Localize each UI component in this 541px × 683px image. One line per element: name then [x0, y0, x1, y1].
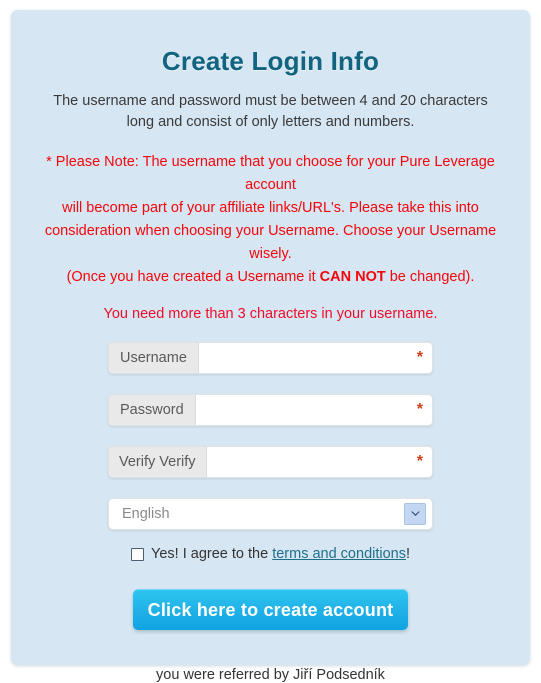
- terms-suffix-text: !: [405, 546, 411, 562]
- password-required-icon: *: [416, 401, 423, 418]
- create-account-button[interactable]: Click here to create account: [133, 589, 408, 630]
- username-label: Username: [109, 343, 199, 373]
- username-input[interactable]: [198, 343, 432, 373]
- password-field-row[interactable]: Password *: [108, 394, 433, 426]
- verify-required-icon: *: [416, 453, 423, 470]
- language-select[interactable]: English: [108, 498, 433, 530]
- username-required-icon: *: [416, 349, 423, 366]
- note-line-2: will become part of your affiliate links…: [62, 200, 479, 216]
- chevron-down-icon[interactable]: [404, 503, 426, 525]
- note-line-1: * Please Note: The username that you cho…: [46, 154, 495, 193]
- validation-message: You need more than 3 characters in your …: [103, 306, 438, 322]
- verify-field-row[interactable]: Verify Verify *: [108, 446, 433, 478]
- username-field-row[interactable]: Username *: [108, 342, 433, 374]
- verify-password-input[interactable]: [206, 447, 432, 477]
- submit-area: Click here to create account: [11, 589, 530, 630]
- important-note: * Please Note: The username that you cho…: [33, 151, 508, 289]
- signup-panel: Create Login Info The username and passw…: [11, 10, 530, 683]
- terms-agreement-label: Yes! I agree to the terms and conditions…: [151, 546, 410, 562]
- language-select-value: English: [122, 506, 170, 522]
- page-title: Create Login Info: [161, 46, 380, 76]
- note-line-3: consideration when choosing your Usernam…: [44, 223, 497, 262]
- terms-checkbox[interactable]: [130, 547, 144, 561]
- note-line-4-prefix: (Once you have created a Username it: [66, 269, 320, 285]
- note-line-4-suffix: be changed).: [385, 269, 475, 285]
- subtitle-text: The username and password must be betwee…: [53, 93, 488, 130]
- terms-and-conditions-link[interactable]: terms and conditions: [272, 546, 406, 562]
- terms-prefix-text: Yes! I agree to the: [150, 546, 273, 562]
- password-label: Password: [109, 395, 196, 425]
- note-cannot-emphasis: CAN NOT: [319, 269, 386, 285]
- signup-form: Username * Password * Verify Verify * En…: [11, 342, 530, 630]
- terms-agreement-row[interactable]: Yes! I agree to the terms and conditions…: [11, 546, 530, 562]
- verify-label: Verify Verify: [109, 447, 207, 477]
- referral-text: you were referred by Jiří Podsedník: [156, 667, 385, 683]
- password-input[interactable]: [195, 395, 432, 425]
- page-root: Create Login Info The username and passw…: [0, 0, 541, 683]
